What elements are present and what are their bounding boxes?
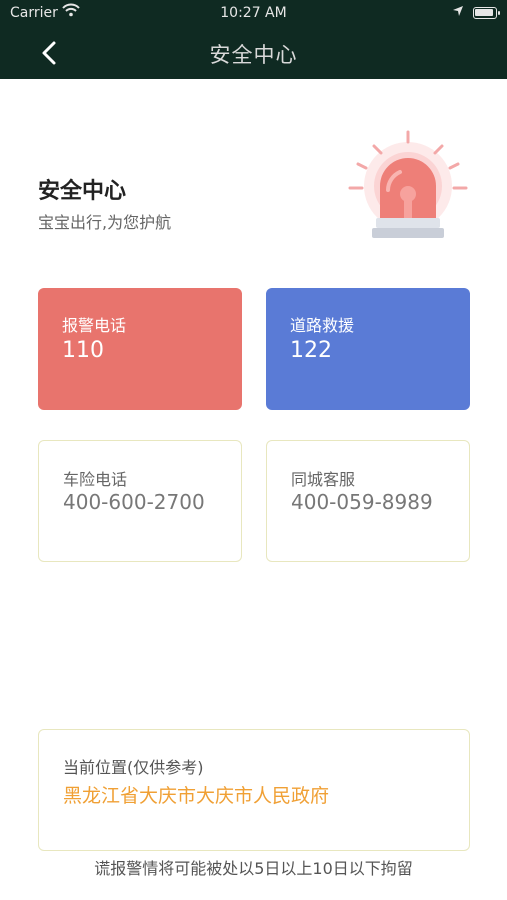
insurance-call-number: 400-600-2700 [63, 490, 205, 514]
nav-title: 安全中心 [209, 43, 298, 67]
battery-icon [473, 7, 500, 19]
road-rescue-label: 道路救援 [290, 316, 355, 335]
page-subtitle: 宝宝出行,为您护航 [38, 213, 172, 232]
top-bar: Carrier 10:27 AM 安全中心 [0, 0, 507, 79]
false-report-warning: 谎报警情将可能被处以5日以上10日以下拘留 [94, 859, 413, 878]
page-title: 安全中心 [38, 179, 127, 204]
city-service-label: 同城客服 [291, 470, 356, 489]
status-time: 10:27 AM [220, 5, 287, 21]
police-call-label: 报警电话 [62, 316, 127, 335]
siren-alarm-icon [340, 128, 475, 243]
current-location-value: 黑龙江省大庆市大庆市人民政府 [63, 785, 330, 807]
current-location-box: 当前位置(仅供参考) 黑龙江省大庆市大庆市人民政府 [38, 729, 470, 851]
status-bar: Carrier 10:27 AM [0, 0, 507, 28]
insurance-call-card[interactable]: 车险电话 400-600-2700 [38, 440, 242, 562]
city-service-number: 400-059-8989 [291, 490, 433, 514]
current-location-label: 当前位置(仅供参考) [63, 758, 204, 777]
police-call-card[interactable]: 报警电话 110 [38, 288, 242, 410]
road-rescue-card[interactable]: 道路救援 122 [266, 288, 470, 410]
city-service-card[interactable]: 同城客服 400-059-8989 [266, 440, 470, 562]
police-call-number: 110 [62, 338, 104, 363]
insurance-call-label: 车险电话 [63, 470, 128, 489]
road-rescue-number: 122 [290, 338, 332, 363]
location-arrow-icon [452, 5, 464, 21]
navigation-bar: 安全中心 [0, 28, 507, 79]
